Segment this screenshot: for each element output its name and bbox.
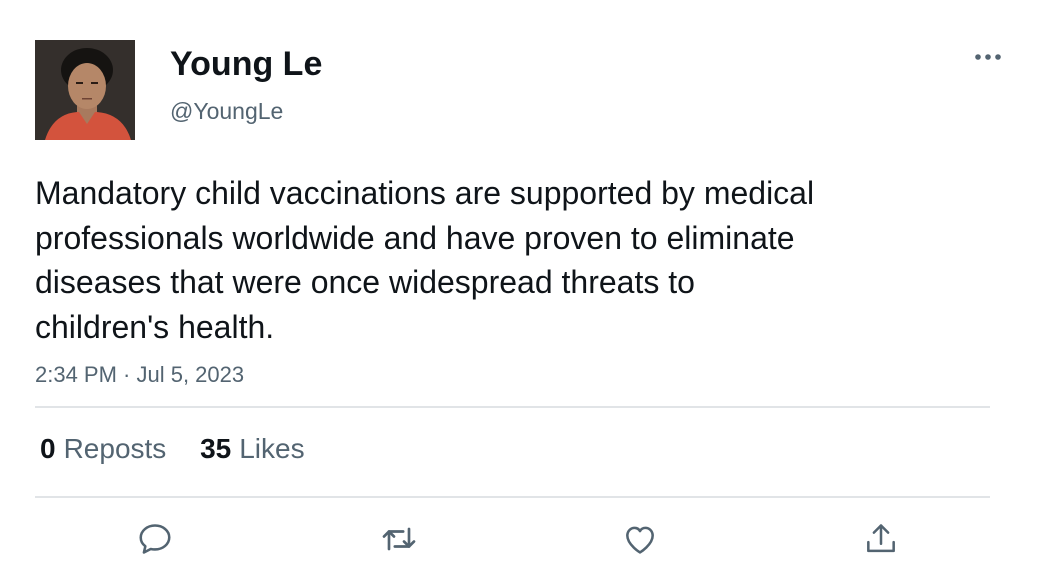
display-name[interactable]: Young Le [170, 44, 322, 84]
reposts-label: Reposts [63, 433, 167, 464]
reply-icon [139, 524, 171, 554]
like-icon [626, 526, 654, 554]
tweet-timestamp[interactable]: 2:34 PM · Jul 5, 2023 [35, 361, 244, 389]
likes-count: 35 [200, 433, 232, 464]
reposts-stat[interactable]: 0 Reposts [40, 432, 166, 466]
divider [35, 406, 990, 408]
share-button[interactable] [859, 517, 903, 561]
like-button[interactable] [618, 517, 662, 561]
divider [35, 496, 990, 498]
more-options-button[interactable] [970, 44, 1006, 70]
reply-button[interactable] [133, 517, 177, 561]
avatar[interactable] [35, 40, 135, 140]
reposts-count: 0 [40, 433, 56, 464]
tweet-text: Mandatory child vaccinations are support… [35, 175, 815, 345]
more-icon [975, 54, 1001, 60]
likes-label: Likes [239, 433, 305, 464]
profile-photo-icon [35, 40, 135, 140]
repost-icon [382, 527, 416, 551]
user-handle[interactable]: @YoungLe [170, 97, 283, 125]
repost-button[interactable] [377, 517, 421, 561]
likes-stat[interactable]: 35 Likes [200, 432, 305, 466]
share-icon [867, 524, 895, 553]
engagement-stats: 0 Reposts 35 Likes [40, 432, 331, 466]
